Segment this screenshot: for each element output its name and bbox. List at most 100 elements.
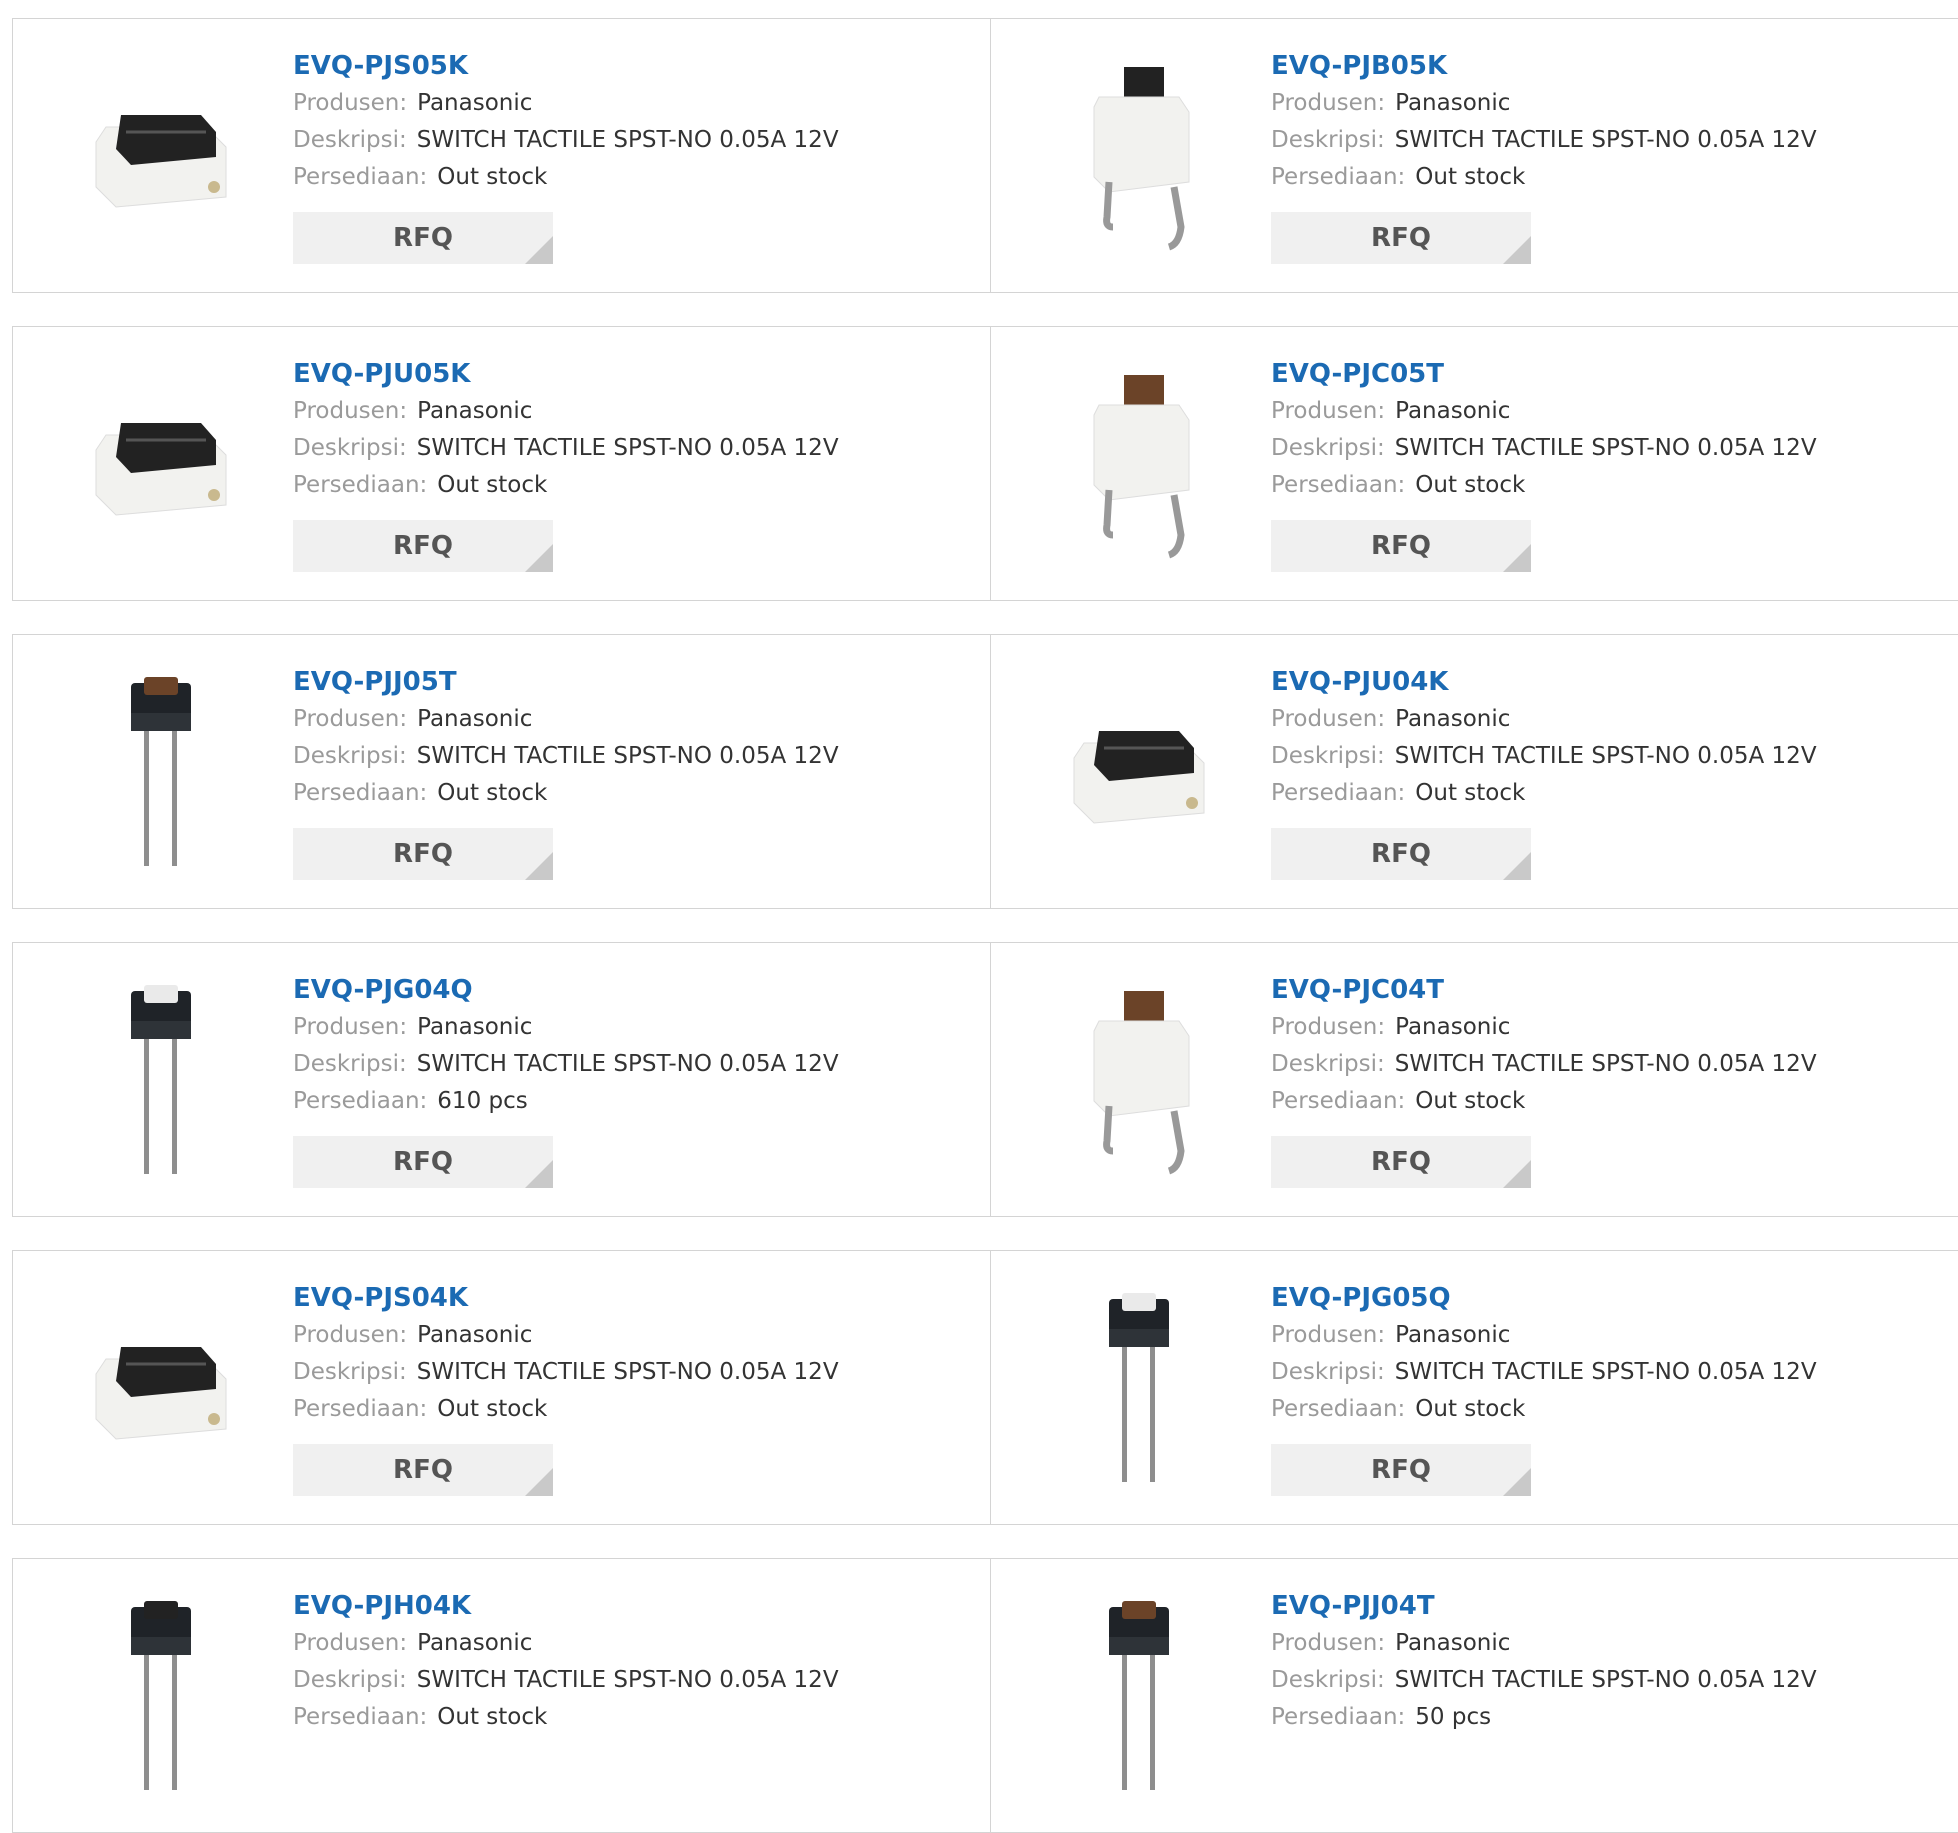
product-image[interactable] — [1029, 1281, 1249, 1491]
part-number-link[interactable]: EVQ-PJC05T — [1271, 355, 1817, 393]
rfq-button[interactable]: RFQ — [293, 1444, 553, 1496]
product-image[interactable] — [1029, 665, 1249, 875]
part-number-link[interactable]: EVQ-PJG04Q — [293, 971, 839, 1009]
manufacturer-label: Produsen: — [1271, 90, 1386, 116]
rfq-button[interactable]: RFQ — [1271, 212, 1531, 264]
product-info: EVQ-PJC05T Produsen: Panasonic Deskripsi:… — [1271, 355, 1817, 572]
description-label: Deskripsi: — [293, 1667, 407, 1693]
stock-row: Persediaan: Out stock — [293, 467, 839, 504]
stock-label: Persediaan: — [293, 1704, 428, 1730]
description-row: Deskripsi: SWITCH TACTILE SPST-NO 0.05A 1… — [1271, 1662, 1817, 1699]
product-card: EVQ-PJS05K Produsen: Panasonic Deskripsi:… — [12, 18, 992, 293]
rfq-button[interactable]: RFQ — [1271, 1136, 1531, 1188]
product-image[interactable] — [1029, 1589, 1249, 1799]
product-image[interactable] — [1029, 973, 1249, 1183]
description-label: Deskripsi: — [1271, 127, 1385, 153]
part-number-link[interactable]: EVQ-PJS04K — [293, 1279, 839, 1317]
manufacturer-value: Panasonic — [417, 90, 533, 116]
part-number-link[interactable]: EVQ-PJJ04T — [1271, 1587, 1817, 1625]
part-number-link[interactable]: EVQ-PJU04K — [1271, 663, 1817, 701]
stock-value: Out stock — [437, 1396, 548, 1422]
rfq-button[interactable]: RFQ — [293, 1136, 553, 1188]
product-grid: EVQ-PJS05K Produsen: Panasonic Deskripsi:… — [0, 0, 1958, 1833]
stock-row: Persediaan: Out stock — [1271, 467, 1817, 504]
rfq-button[interactable]: RFQ — [1271, 520, 1531, 572]
manufacturer-row: Produsen: Panasonic — [293, 393, 839, 430]
stock-label: Persediaan: — [293, 780, 428, 806]
description-label: Deskripsi: — [293, 743, 407, 769]
stock-label: Persediaan: — [1271, 1396, 1406, 1422]
rfq-button[interactable]: RFQ — [293, 520, 553, 572]
stock-row: Persediaan: Out stock — [1271, 775, 1817, 812]
switch-th-brown-icon — [1084, 1587, 1194, 1801]
rfq-label: RFQ — [393, 531, 453, 561]
product-info: EVQ-PJB05K Produsen: Panasonic Deskripsi:… — [1271, 47, 1817, 264]
description-row: Deskripsi: SWITCH TACTILE SPST-NO 0.05A 1… — [293, 430, 839, 467]
switch-ra-black-icon — [1069, 52, 1209, 256]
corner-triangle-icon — [525, 1160, 553, 1188]
manufacturer-label: Produsen: — [1271, 1322, 1386, 1348]
part-number-link[interactable]: EVQ-PJC04T — [1271, 971, 1817, 1009]
part-number-link[interactable]: EVQ-PJJ05T — [293, 663, 839, 701]
product-image[interactable] — [1029, 357, 1249, 567]
switch-smd-black-icon — [76, 1319, 246, 1453]
stock-value: 610 pcs — [437, 1088, 528, 1114]
product-image[interactable] — [1029, 49, 1249, 259]
product-image[interactable] — [51, 973, 271, 1183]
product-card: EVQ-PJU05K Produsen: Panasonic Deskripsi:… — [12, 326, 992, 601]
description-value: SWITCH TACTILE SPST-NO 0.05A 12V — [1394, 435, 1817, 461]
manufacturer-value: Panasonic — [1395, 398, 1511, 424]
rfq-button[interactable]: RFQ — [293, 828, 553, 880]
stock-label: Persediaan: — [1271, 164, 1406, 190]
rfq-label: RFQ — [1371, 223, 1431, 253]
manufacturer-label: Produsen: — [1271, 1014, 1386, 1040]
product-image[interactable] — [51, 1589, 271, 1799]
rfq-button[interactable]: RFQ — [1271, 828, 1531, 880]
manufacturer-label: Produsen: — [1271, 398, 1386, 424]
product-info: EVQ-PJU04K Produsen: Panasonic Deskripsi:… — [1271, 663, 1817, 880]
stock-row: Persediaan: Out stock — [1271, 1391, 1817, 1428]
description-row: Deskripsi: SWITCH TACTILE SPST-NO 0.05A 1… — [1271, 1046, 1817, 1083]
product-card: EVQ-PJS04K Produsen: Panasonic Deskripsi:… — [12, 1250, 992, 1525]
stock-value: Out stock — [437, 472, 548, 498]
product-card: EVQ-PJC05T Produsen: Panasonic Deskripsi:… — [990, 326, 1958, 601]
stock-value: Out stock — [1415, 1396, 1526, 1422]
description-label: Deskripsi: — [1271, 435, 1385, 461]
rfq-label: RFQ — [393, 1455, 453, 1485]
switch-smd-black-icon — [76, 87, 246, 221]
description-row: Deskripsi: SWITCH TACTILE SPST-NO 0.05A 1… — [293, 1354, 839, 1391]
product-card: EVQ-PJJ05T Produsen: Panasonic Deskripsi:… — [12, 634, 992, 909]
rfq-label: RFQ — [1371, 839, 1431, 869]
stock-value: Out stock — [1415, 780, 1526, 806]
manufacturer-value: Panasonic — [1395, 706, 1511, 732]
manufacturer-row: Produsen: Panasonic — [1271, 393, 1817, 430]
part-number-link[interactable]: EVQ-PJU05K — [293, 355, 839, 393]
product-image[interactable] — [51, 1281, 271, 1491]
part-number-link[interactable]: EVQ-PJS05K — [293, 47, 839, 85]
product-info: EVQ-PJU05K Produsen: Panasonic Deskripsi:… — [293, 355, 839, 572]
stock-row: Persediaan: Out stock — [1271, 1083, 1817, 1120]
stock-label: Persediaan: — [293, 472, 428, 498]
stock-label: Persediaan: — [293, 1396, 428, 1422]
product-image[interactable] — [51, 357, 271, 567]
part-number-link[interactable]: EVQ-PJG05Q — [1271, 1279, 1817, 1317]
description-value: SWITCH TACTILE SPST-NO 0.05A 12V — [1394, 1359, 1817, 1385]
product-image[interactable] — [51, 665, 271, 875]
corner-triangle-icon — [1503, 1160, 1531, 1188]
stock-value: Out stock — [437, 164, 548, 190]
stock-value: Out stock — [1415, 472, 1526, 498]
rfq-button[interactable]: RFQ — [293, 212, 553, 264]
description-value: SWITCH TACTILE SPST-NO 0.05A 12V — [1394, 1051, 1817, 1077]
description-row: Deskripsi: SWITCH TACTILE SPST-NO 0.05A 1… — [1271, 1354, 1817, 1391]
manufacturer-label: Produsen: — [293, 1322, 408, 1348]
rfq-label: RFQ — [393, 223, 453, 253]
rfq-button[interactable]: RFQ — [1271, 1444, 1531, 1496]
description-value: SWITCH TACTILE SPST-NO 0.05A 12V — [416, 1359, 839, 1385]
product-image[interactable] — [51, 49, 271, 259]
part-number-link[interactable]: EVQ-PJB05K — [1271, 47, 1817, 85]
switch-smd-black-icon — [1054, 703, 1224, 837]
product-card: EVQ-PJH04K Produsen: Panasonic Deskripsi:… — [12, 1558, 992, 1833]
switch-th-white-icon — [1084, 1279, 1194, 1493]
product-card: EVQ-PJU04K Produsen: Panasonic Deskripsi:… — [990, 634, 1958, 909]
part-number-link[interactable]: EVQ-PJH04K — [293, 1587, 839, 1625]
